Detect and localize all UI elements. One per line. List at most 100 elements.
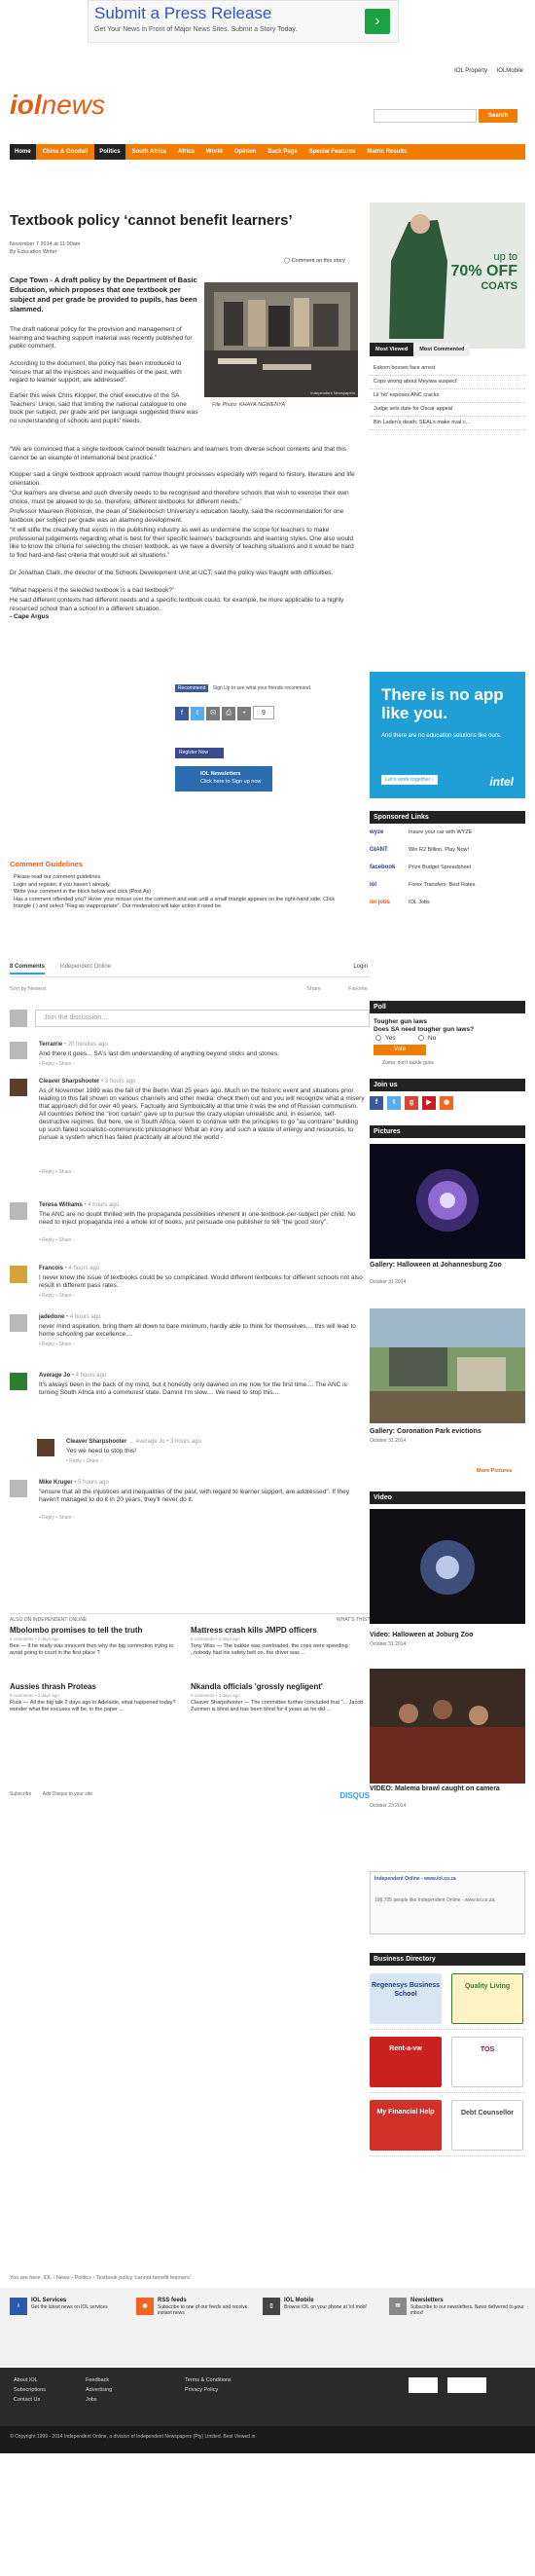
comment-author[interactable]: jadedone • 4 hours ago bbox=[39, 1314, 100, 1320]
most-viewed-item[interactable]: Lil 'hit' exposes ANC cracks bbox=[370, 389, 525, 403]
video-caption[interactable]: Video: Halloween at Joburg Zoo bbox=[370, 1632, 525, 1639]
disqus-login[interactable]: Login bbox=[353, 964, 368, 970]
comment-on-story-link[interactable]: ◯ Comment on this story bbox=[284, 258, 345, 264]
article-photo[interactable]: Independent Newspapers bbox=[204, 282, 358, 397]
link-iol-mobile[interactable]: IOLMobile bbox=[497, 68, 523, 74]
sponsored-link[interactable]: GIANT Win R2 Billion. Play Now! bbox=[370, 847, 525, 861]
footer-col[interactable]: IOL Services Get the latest news on IOL s… bbox=[31, 2298, 148, 2310]
nav-south-africa[interactable]: South Africa bbox=[127, 144, 171, 160]
comment-actions[interactable]: • Reply • Share › bbox=[39, 1061, 75, 1067]
disqus-logo[interactable]: DISQUS bbox=[339, 1791, 370, 1800]
directory-tile[interactable]: Regenesys Business School bbox=[370, 1973, 442, 2024]
directory-tile[interactable]: Rent-a-vw bbox=[370, 2037, 442, 2087]
sponsored-link[interactable]: wyze Insure your car with WYZE bbox=[370, 829, 525, 843]
fb-page-name[interactable]: Independent Online - www.iol.co.za bbox=[374, 1876, 520, 1882]
poll-related-link[interactable]: Zuma: don't tackle guns bbox=[382, 1060, 434, 1066]
footer-col[interactable]: Newsletters Subscribe to our newsletters.… bbox=[410, 2298, 525, 2317]
comment-author[interactable]: Teresa Williams • 4 hours ago bbox=[39, 1202, 119, 1208]
recommend-signup-text[interactable]: Sign Up to see what your friends recomme… bbox=[213, 685, 311, 691]
nav-special-features[interactable]: Special Features bbox=[304, 144, 361, 160]
footer-link[interactable]: Terms & Conditions bbox=[185, 2375, 232, 2385]
most-viewed-item[interactable]: Eskom bosses face arrest bbox=[370, 362, 525, 376]
print-icon[interactable]: ⎙ bbox=[222, 707, 235, 720]
footer-link[interactable]: Subscriptions bbox=[14, 2385, 46, 2395]
breadcrumb[interactable]: You are here: IOL › News › Politics › Te… bbox=[10, 2275, 191, 2281]
poll-option-no[interactable]: No bbox=[418, 1035, 436, 1042]
search-input[interactable] bbox=[374, 109, 477, 123]
youtube-icon[interactable]: ▶ bbox=[422, 1096, 436, 1110]
gallery-caption[interactable]: Gallery: Coronation Park evictions bbox=[370, 1428, 525, 1436]
disqus-add-site[interactable]: Add Disqus to your site bbox=[43, 1791, 92, 1797]
most-viewed-item[interactable]: Judge sets date for Oscar appeal bbox=[370, 403, 525, 417]
footer-link[interactable]: Feedback bbox=[86, 2375, 112, 2385]
email-icon[interactable]: ✉ bbox=[206, 707, 220, 720]
sort-dropdown[interactable]: Sort by Newest bbox=[10, 986, 46, 992]
directory-tile[interactable]: Debt Counsellor bbox=[451, 2100, 523, 2151]
top-ad-headline[interactable]: Submit a Press Release bbox=[94, 4, 271, 23]
sponsored-link[interactable]: iol jobs IOL Jobs bbox=[370, 900, 525, 913]
gallery-thumbnail[interactable] bbox=[370, 1144, 525, 1259]
comment-author[interactable]: Cleaver Sharpshooter → Average Jo • 3 ho… bbox=[66, 1439, 201, 1445]
nav-back-page[interactable]: Back Page bbox=[263, 144, 302, 160]
comment-author[interactable]: Terrarrie • 20 minutes ago bbox=[39, 1042, 108, 1048]
gallery-caption[interactable]: Gallery: Halloween at Johannesburg Zoo bbox=[370, 1262, 525, 1270]
directory-tile[interactable]: TOS bbox=[451, 2037, 523, 2087]
nav-world[interactable]: World bbox=[201, 144, 228, 160]
footer-col[interactable]: RSS feeds Subscribe to one of our feeds a… bbox=[158, 2298, 255, 2317]
disqus-favorite[interactable]: Favorite bbox=[348, 986, 368, 992]
footer-link[interactable]: About IOL bbox=[14, 2375, 46, 2385]
also-on-item[interactable]: Mattress crash kills JMPD officers 6 com… bbox=[191, 1626, 366, 1657]
search-button[interactable]: Search bbox=[479, 109, 517, 123]
facebook-icon[interactable]: f bbox=[175, 707, 189, 720]
footer-link[interactable]: Jobs bbox=[86, 2395, 112, 2405]
footer-col[interactable]: IOL Mobile Browse IOL on your phone at 'i… bbox=[284, 2298, 381, 2310]
twitter-icon[interactable]: t bbox=[191, 707, 204, 720]
footer-link[interactable]: Privacy Policy bbox=[185, 2385, 232, 2395]
facebook-icon[interactable]: f bbox=[370, 1096, 383, 1110]
nav-opinion[interactable]: Opinion bbox=[230, 144, 262, 160]
sponsored-link[interactable]: facebook Prize Budget Spreadsheet bbox=[370, 865, 525, 878]
directory-tile[interactable]: My Financial Help bbox=[370, 2100, 442, 2151]
tab-most-viewed[interactable]: Most Viewed bbox=[370, 343, 414, 356]
newsletter-signup-banner[interactable]: IOL Newsletters Click here to Sign up no… bbox=[175, 766, 272, 791]
intel-cta-button[interactable]: Let's work together › bbox=[381, 775, 438, 785]
directory-tile[interactable]: Quality Living bbox=[451, 1973, 523, 2024]
also-on-item[interactable]: Nkandla officials 'grossly negligent' 9 … bbox=[191, 1682, 366, 1713]
nav-matric-results[interactable]: Matric Results bbox=[362, 144, 411, 160]
nav-politics[interactable]: Politics bbox=[94, 144, 125, 160]
comment-count-tab[interactable]: 8 Comments bbox=[10, 964, 46, 975]
also-on-item[interactable]: Mbolombo promises to tell the truth 4 co… bbox=[10, 1626, 185, 1657]
rss-icon[interactable]: ◉ bbox=[440, 1096, 453, 1110]
comment-actions[interactable]: • Reply • Share › bbox=[66, 1458, 102, 1464]
sponsored-link[interactable]: iol Forex Transfers: Best Rates bbox=[370, 882, 525, 896]
poll-vote-button[interactable]: Vote bbox=[374, 1045, 426, 1055]
recommend-button[interactable]: Recommend bbox=[175, 684, 209, 692]
video-caption[interactable]: VIDEO: Malema brawl caught on camera bbox=[370, 1785, 525, 1793]
disqus-subscribe[interactable]: Subscribe bbox=[10, 1791, 31, 1797]
most-viewed-item[interactable]: Cops wrong about Meyiwa suspect' bbox=[370, 376, 525, 389]
google-plus-icon[interactable]: g bbox=[405, 1096, 418, 1110]
intel-ad[interactable]: There is no app like you. And there are … bbox=[370, 672, 525, 798]
comment-author[interactable]: Francois • 4 hours ago bbox=[39, 1266, 99, 1271]
top-ad-banner[interactable]: Submit a Press Release Get Your News in … bbox=[88, 0, 399, 43]
top-ad-go-button[interactable]: › bbox=[365, 9, 390, 34]
comment-author[interactable]: Average Jo • 4 hours ago bbox=[39, 1373, 106, 1379]
twitter-icon[interactable]: t bbox=[387, 1096, 401, 1110]
coats-sale-ad[interactable]: up to 70% OFF COATS bbox=[370, 202, 525, 349]
nav-africa[interactable]: Africa bbox=[173, 144, 199, 160]
most-viewed-item[interactable]: Bin Laden's death: SEALs make rival c... bbox=[370, 417, 525, 430]
also-on-item[interactable]: Aussies thrash Proteas 9 comments • 3 da… bbox=[10, 1682, 185, 1713]
comment-actions[interactable]: • Reply • Share › bbox=[39, 1515, 75, 1521]
register-now-button[interactable]: Register Now bbox=[175, 748, 224, 758]
poll-option-yes[interactable]: Yes bbox=[375, 1035, 396, 1042]
whats-this-link[interactable]: WHAT'S THIS? bbox=[337, 1617, 370, 1623]
nav-home[interactable]: Home bbox=[10, 144, 36, 160]
disqus-share[interactable]: Share bbox=[306, 986, 321, 992]
comment-author[interactable]: Cleaver Sharpshooter • 3 hours ago bbox=[39, 1079, 136, 1085]
comment-actions[interactable]: • Reply • Share › bbox=[39, 1293, 75, 1299]
tab-most-commented[interactable]: Most Commented bbox=[413, 343, 471, 356]
disqus-site-name[interactable]: Independent Online bbox=[60, 964, 111, 970]
footer-link[interactable]: Advertising bbox=[86, 2385, 112, 2395]
footer-link[interactable]: Contact Us bbox=[14, 2395, 46, 2405]
join-discussion-input[interactable]: Join the discussion… bbox=[35, 1010, 370, 1027]
